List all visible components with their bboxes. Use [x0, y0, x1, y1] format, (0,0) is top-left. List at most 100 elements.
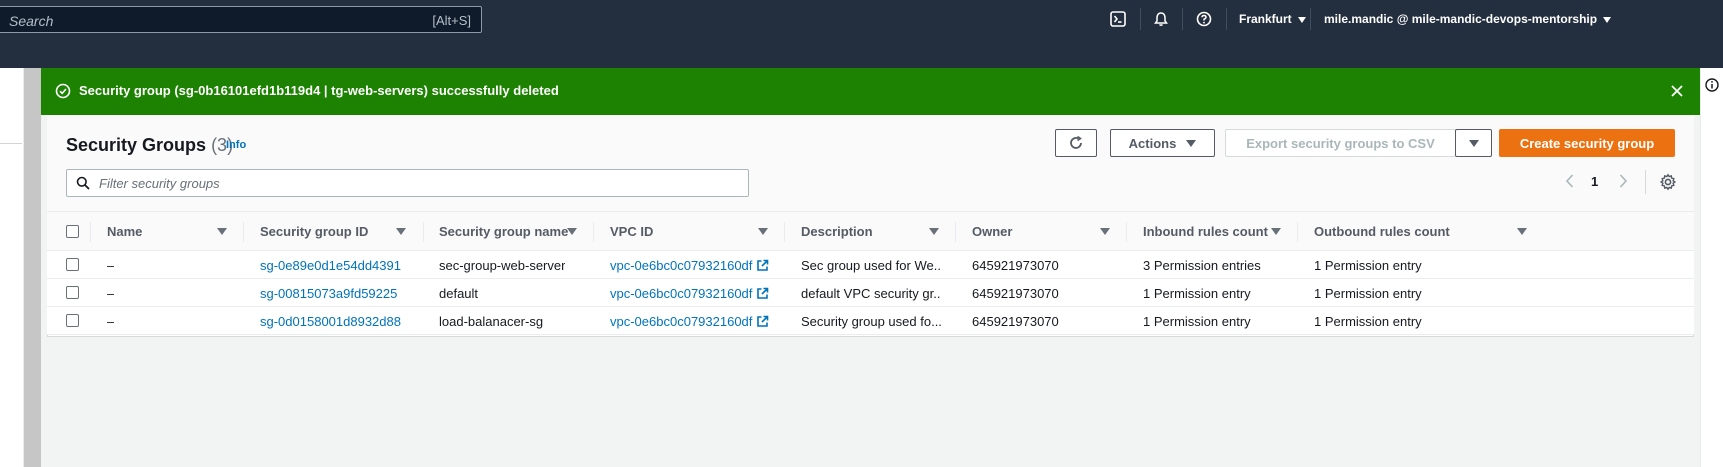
cell-vpc-id-link[interactable]: vpc-0e6bc0c07932160df — [610, 258, 769, 273]
column-header-name[interactable]: Name — [107, 224, 142, 239]
cell-name: – — [107, 286, 115, 301]
cell-name: – — [107, 258, 115, 273]
actions-label: Actions — [1128, 135, 1177, 151]
cell-sg-name: sec-group-web-server — [439, 258, 566, 273]
left-panel — [0, 68, 24, 467]
page-title: Security Groups (3) — [66, 135, 233, 156]
table-header-row: Name Security group ID Security group na… — [47, 211, 1694, 251]
cell-sg-id-link[interactable]: sg-0d0158001d8932d88 — [260, 314, 401, 329]
table-row[interactable]: – sg-0d0158001d8932d88 load-balanacer-sg… — [47, 307, 1694, 335]
cell-vpc-id-link[interactable]: vpc-0e6bc0c07932160df — [610, 314, 769, 329]
settings-gear-icon[interactable] — [1659, 173, 1677, 191]
caret-down-icon — [1468, 139, 1479, 147]
cloudshell-icon[interactable] — [1108, 9, 1128, 29]
create-label: Create security group — [1519, 135, 1655, 151]
cell-sg-name: default — [439, 286, 479, 301]
row-checkbox[interactable] — [66, 314, 79, 327]
column-header-sg-name[interactable]: Security group name — [439, 224, 568, 239]
chevron-down-icon — [1297, 16, 1306, 23]
cell-sg-id-link[interactable]: sg-00815073a9fd59225 — [260, 286, 397, 301]
cell-outbound: 1 Permission entry — [1314, 286, 1422, 301]
nav-divider — [1182, 8, 1183, 30]
top-navigation: Search [Alt+S] Frankfurt mile.mandic @ m… — [0, 0, 1723, 68]
column-header-inbound[interactable]: Inbound rules count — [1143, 224, 1268, 239]
cell-outbound: 1 Permission entry — [1314, 258, 1422, 273]
cell-name: – — [107, 314, 115, 329]
caret-down-icon — [1186, 139, 1197, 147]
cell-sg-name: load-balanacer-sg — [439, 314, 544, 329]
account-menu[interactable]: mile.mandic @ mile-mandic-devops-mentors… — [1324, 12, 1612, 26]
nav-divider — [1140, 8, 1141, 30]
notifications-icon[interactable] — [1151, 9, 1171, 29]
filter-placeholder: Filter security groups — [99, 176, 220, 191]
row-checkbox[interactable] — [66, 258, 79, 271]
cell-owner: 645921973070 — [972, 314, 1059, 329]
scrollbar[interactable] — [24, 68, 41, 467]
cell-vpc-id-link[interactable]: vpc-0e6bc0c07932160df — [610, 286, 769, 301]
cell-description: Sec group used for We... — [801, 258, 941, 273]
sort-icon[interactable] — [217, 228, 227, 235]
help-icon[interactable] — [1194, 9, 1214, 29]
sort-icon[interactable] — [1271, 228, 1281, 235]
cell-inbound: 1 Permission entry — [1143, 314, 1251, 329]
external-link-icon — [757, 287, 769, 299]
title-text: Security Groups — [66, 135, 207, 155]
select-all-checkbox[interactable] — [66, 225, 79, 238]
cell-inbound: 1 Permission entry — [1143, 286, 1251, 301]
export-dropdown-button[interactable] — [1455, 129, 1492, 157]
success-flashbar: Security group (sg-0b16101efd1b119d4 | t… — [41, 68, 1700, 115]
region-label: Frankfurt — [1239, 12, 1292, 26]
create-security-group-button[interactable]: Create security group — [1499, 129, 1675, 157]
sort-icon[interactable] — [396, 228, 406, 235]
cell-owner: 645921973070 — [972, 258, 1059, 273]
info-link[interactable]: Info — [226, 139, 246, 151]
sort-icon[interactable] — [567, 228, 577, 235]
row-checkbox[interactable] — [66, 286, 79, 299]
search-placeholder: Search — [9, 13, 54, 29]
info-icon[interactable] — [1705, 78, 1719, 92]
cell-outbound: 1 Permission entry — [1314, 314, 1422, 329]
page-number[interactable]: 1 — [1591, 174, 1598, 189]
cell-description: default VPC security gr... — [801, 286, 941, 301]
sort-icon[interactable] — [929, 228, 939, 235]
sort-icon[interactable] — [1517, 228, 1527, 235]
filter-input[interactable]: Filter security groups — [66, 169, 749, 197]
export-csv-button[interactable]: Export security groups to CSV — [1225, 129, 1456, 157]
nav-divider — [1226, 8, 1227, 30]
sort-icon[interactable] — [1100, 228, 1110, 235]
export-label: Export security groups to CSV — [1246, 135, 1435, 151]
cell-sg-id-link[interactable]: sg-0e89e0d1e54dd4391 — [260, 258, 401, 273]
vpc-id-text: vpc-0e6bc0c07932160df — [610, 286, 753, 301]
refresh-button[interactable] — [1055, 129, 1097, 157]
account-label: mile.mandic @ mile-mandic-devops-mentors… — [1324, 12, 1598, 26]
region-selector[interactable]: Frankfurt — [1239, 12, 1306, 26]
column-header-vpc-id[interactable]: VPC ID — [610, 224, 653, 239]
close-icon[interactable] — [1668, 82, 1686, 100]
external-link-icon — [757, 259, 769, 271]
pager-divider — [1645, 170, 1646, 194]
table-row[interactable]: – sg-00815073a9fd59225 default vpc-0e6bc… — [47, 279, 1694, 307]
vpc-id-text: vpc-0e6bc0c07932160df — [610, 314, 753, 329]
right-panel — [1700, 68, 1723, 467]
refresh-icon — [1070, 135, 1082, 149]
cell-description: Security group used fo... — [801, 314, 941, 329]
cell-inbound: 3 Permission entries — [1143, 258, 1261, 273]
search-shortcut: [Alt+S] — [432, 13, 471, 28]
table-row[interactable]: – sg-0e89e0d1e54dd4391 sec-group-web-ser… — [47, 251, 1694, 279]
column-header-outbound[interactable]: Outbound rules count — [1314, 224, 1450, 239]
search-input[interactable]: Search [Alt+S] — [0, 6, 482, 33]
previous-page-icon[interactable] — [1564, 173, 1576, 189]
success-icon — [55, 83, 71, 99]
cell-owner: 645921973070 — [972, 286, 1059, 301]
external-link-icon — [757, 315, 769, 327]
next-page-icon[interactable] — [1617, 173, 1629, 189]
actions-button[interactable]: Actions — [1110, 129, 1215, 157]
chevron-down-icon — [1603, 16, 1612, 23]
nav-divider — [1310, 8, 1311, 30]
vpc-id-text: vpc-0e6bc0c07932160df — [610, 258, 753, 273]
search-icon — [76, 176, 90, 190]
column-header-description[interactable]: Description — [801, 224, 873, 239]
column-header-sg-id[interactable]: Security group ID — [260, 224, 368, 239]
sort-icon[interactable] — [758, 228, 768, 235]
column-header-owner[interactable]: Owner — [972, 224, 1012, 239]
